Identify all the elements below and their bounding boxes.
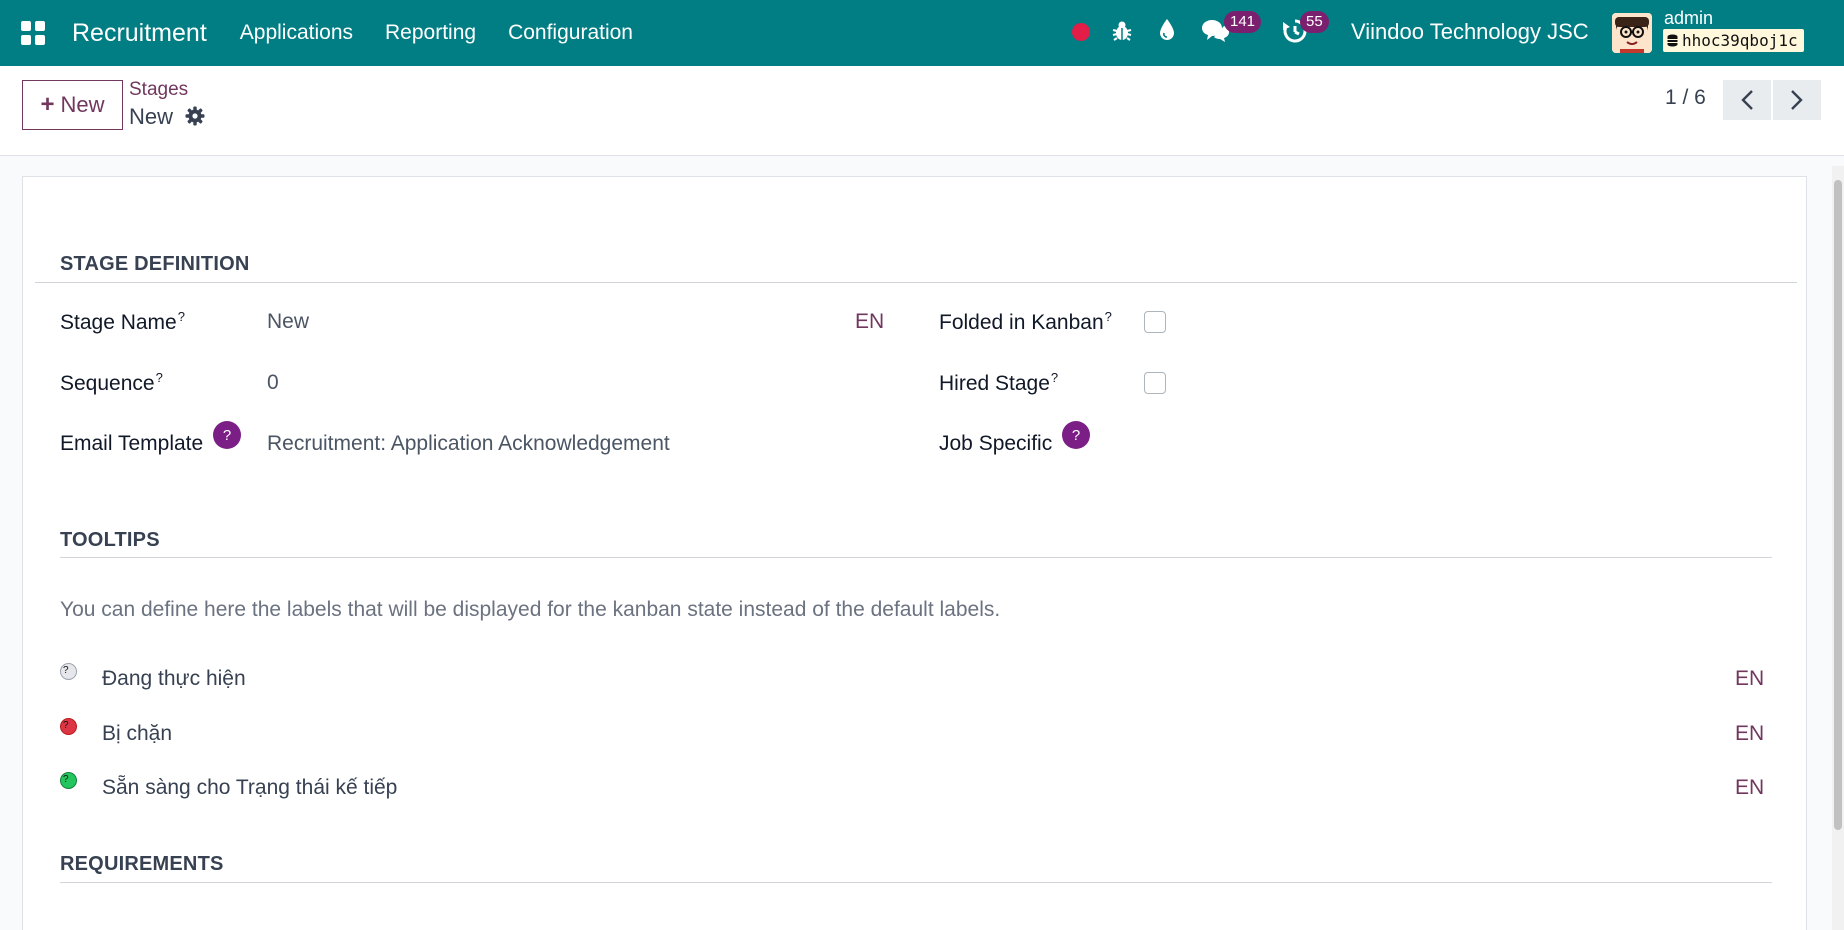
- help-mark[interactable]: ?: [1105, 309, 1112, 324]
- help-mark[interactable]: ?: [1051, 370, 1058, 385]
- state-blocked-label[interactable]: Bị chặn: [102, 722, 172, 746]
- state-done-translate-button[interactable]: EN: [1735, 776, 1764, 800]
- hired-stage-label: Hired Stage?: [939, 370, 1059, 395]
- form-sheet: STAGE DEFINITION Stage Name? New EN Fold…: [22, 176, 1807, 930]
- section-title-tooltips: TOOLTIPS: [60, 529, 160, 551]
- section-title-requirements: REQUIREMENTS: [60, 853, 224, 875]
- database-icon: [1667, 34, 1678, 47]
- bug-icon[interactable]: [1112, 20, 1132, 42]
- gear-icon[interactable]: [185, 106, 205, 126]
- hired-stage-checkbox[interactable]: [1144, 372, 1166, 394]
- record-dot-icon[interactable]: [1072, 23, 1090, 41]
- folded-in-kanban-label: Folded in Kanban?: [939, 309, 1112, 334]
- section-divider: [60, 882, 1772, 883]
- new-button[interactable]: + New: [22, 80, 123, 130]
- state-done-dot: ?: [60, 772, 77, 789]
- state-normal-dot: ?: [60, 663, 77, 680]
- chevron-left-icon: [1741, 90, 1753, 110]
- droplet-icon[interactable]: [1158, 18, 1176, 42]
- sequence-label: Sequence?: [60, 370, 163, 395]
- tooltips-hint: You can define here the labels that will…: [60, 598, 1001, 621]
- folded-in-kanban-checkbox[interactable]: [1144, 311, 1166, 333]
- activities-badge: 55: [1300, 11, 1329, 33]
- menu-applications[interactable]: Applications: [240, 21, 353, 45]
- section-divider: [35, 282, 1797, 283]
- pager-value[interactable]: 1 / 6: [1665, 86, 1706, 110]
- chevron-right-icon: [1791, 90, 1803, 110]
- email-template-field[interactable]: Recruitment: Application Acknowledgement: [267, 432, 670, 456]
- email-template-help-icon[interactable]: ?: [213, 421, 241, 449]
- scrollbar-thumb[interactable]: [1834, 180, 1842, 830]
- avatar-face-icon: [1612, 13, 1652, 53]
- new-button-label: New: [60, 92, 105, 117]
- control-panel: + New Stages New 1 / 6: [0, 66, 1844, 156]
- database-name: hhoc39qboj1c: [1682, 31, 1798, 50]
- stage-name-translate-button[interactable]: EN: [855, 310, 884, 334]
- stage-name-label: Stage Name?: [60, 309, 185, 334]
- job-specific-label: Job Specific: [939, 432, 1053, 455]
- state-done-label[interactable]: Sẵn sàng cho Trạng thái kế tiếp: [102, 776, 397, 800]
- sequence-field[interactable]: 0: [267, 371, 279, 395]
- breadcrumb-stages[interactable]: Stages: [129, 79, 188, 101]
- state-normal-translate-button[interactable]: EN: [1735, 667, 1764, 691]
- user-name[interactable]: admin: [1664, 8, 1713, 29]
- email-template-label: Email Template: [60, 432, 204, 455]
- pager-next-button[interactable]: [1773, 80, 1821, 120]
- help-mark[interactable]: ?: [178, 309, 185, 324]
- pager-previous-button[interactable]: [1723, 80, 1771, 120]
- state-blocked-translate-button[interactable]: EN: [1735, 722, 1764, 746]
- messages-badge: 141: [1224, 11, 1262, 33]
- section-divider: [60, 557, 1772, 558]
- section-title-stage-definition: STAGE DEFINITION: [60, 253, 250, 275]
- stage-name-field[interactable]: New: [267, 310, 309, 334]
- state-blocked-dot: ?: [60, 718, 77, 735]
- avatar[interactable]: [1612, 13, 1652, 53]
- menu-reporting[interactable]: Reporting: [385, 21, 476, 45]
- database-badge: hhoc39qboj1c: [1663, 29, 1804, 52]
- plus-icon: +: [40, 91, 55, 118]
- page-scrollbar[interactable]: [1832, 166, 1844, 930]
- help-mark[interactable]: ?: [156, 370, 163, 385]
- apps-grid-icon[interactable]: [21, 21, 45, 45]
- job-specific-help-icon[interactable]: ?: [1062, 421, 1090, 449]
- menu-configuration[interactable]: Configuration: [508, 21, 633, 45]
- company-switcher[interactable]: Viindoo Technology JSC: [1351, 19, 1589, 45]
- state-normal-label[interactable]: Đang thực hiện: [102, 667, 246, 691]
- record-title: New: [129, 104, 174, 129]
- app-name[interactable]: Recruitment: [72, 19, 207, 48]
